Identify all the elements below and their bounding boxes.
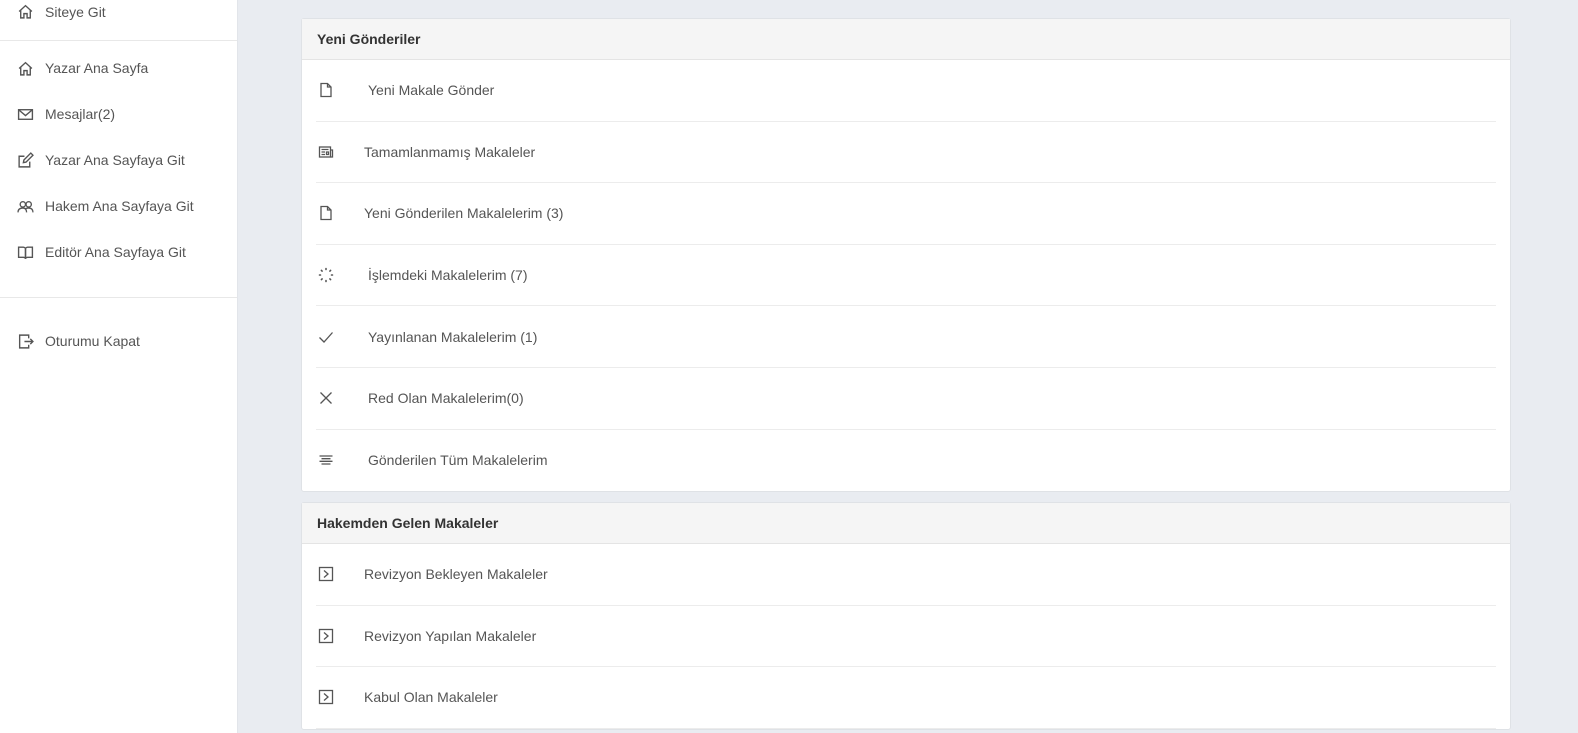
list-icon <box>316 450 336 470</box>
sidebar-item-oturumu-kapat[interactable]: Oturumu Kapat <box>0 318 237 364</box>
home-icon <box>16 59 34 77</box>
list-item-label: İşlemdeki Makalelerim (7) <box>368 267 528 284</box>
sidebar-item-label: Oturumu Kapat <box>45 333 140 349</box>
list-item-label: Yeni Makale Gönder <box>368 82 495 99</box>
card-title: Yeni Gönderiler <box>302 19 1510 60</box>
list-item-revizyon-bekleyen-makaleler[interactable]: Revizyon Bekleyen Makaleler <box>316 544 1496 606</box>
list-item-label: Tamamlanmamış Makaleler <box>364 143 536 160</box>
sidebar-group-site: Siteye Git <box>0 0 237 41</box>
file-icon <box>316 80 336 100</box>
sidebar-item-label: Yazar Ana Sayfa <box>45 60 149 76</box>
list-item-revizyon-yapilan-makaleler[interactable]: Revizyon Yapılan Makaleler <box>316 606 1496 668</box>
sidebar-group-main: Yazar Ana Sayfa Mesajlar(2) Yazar Ana Sa… <box>0 41 237 298</box>
list-item-tamamlanmamis-makaleler[interactable]: Tamamlanmamış Makaleler <box>316 122 1496 184</box>
sidebar-item-label: Mesajlar(2) <box>45 106 116 122</box>
home-icon <box>16 3 34 21</box>
sidebar-item-yazar-ana-sayfaya-git[interactable]: Yazar Ana Sayfaya Git <box>0 137 237 183</box>
caret-square-right-icon <box>316 687 336 707</box>
close-icon <box>316 388 336 408</box>
edit-icon <box>16 151 34 169</box>
main-content: Yeni Gönderiler Yeni Makale Gönder Tamam… <box>238 0 1578 733</box>
card-body: Yeni Makale Gönder Tamamlanmamış Makalel… <box>302 60 1510 491</box>
sidebar-item-label: Hakem Ana Sayfaya Git <box>45 198 194 214</box>
list-item-yayinlanan-makalelerim[interactable]: Yayınlanan Makalelerim (1) <box>316 306 1496 368</box>
sidebar-item-mesajlar[interactable]: Mesajlar(2) <box>0 91 237 137</box>
list-item-label: Yayınlanan Makalelerim (1) <box>368 328 538 345</box>
sidebar-group-session: Oturumu Kapat <box>0 298 237 364</box>
users-icon <box>16 197 34 215</box>
newspaper-icon <box>316 142 336 162</box>
card-yeni-gonderiler: Yeni Gönderiler Yeni Makale Gönder Tamam… <box>301 18 1511 493</box>
logout-icon <box>16 332 34 350</box>
sidebar-item-label: Editör Ana Sayfaya Git <box>45 244 186 260</box>
sidebar-item-editor-ana-sayfaya-git[interactable]: Editör Ana Sayfaya Git <box>0 229 237 275</box>
sidebar-item-label: Yazar Ana Sayfaya Git <box>45 152 185 168</box>
book-icon <box>16 243 34 261</box>
list-item-kabul-olan-makaleler[interactable]: Kabul Olan Makaleler <box>316 667 1496 729</box>
envelope-icon <box>16 105 34 123</box>
list-item-yeni-makale-gonder[interactable]: Yeni Makale Gönder <box>316 60 1496 122</box>
check-icon <box>316 327 336 347</box>
list-item-islemdeki-makalelerim[interactable]: İşlemdeki Makalelerim (7) <box>316 245 1496 307</box>
sidebar-item-label: Siteye Git <box>45 3 106 20</box>
sidebar-item-siteye-git[interactable]: Siteye Git <box>0 0 237 23</box>
sidebar: Siteye Git Yazar Ana Sayfa Mesajlar(2) Y… <box>0 0 238 733</box>
card-title: Hakemden Gelen Makaleler <box>302 503 1510 544</box>
card-hakemden-gelen-makaleler: Hakemden Gelen Makaleler Revizyon Bekley… <box>301 502 1511 730</box>
list-item-label: Yeni Gönderilen Makalelerim (3) <box>364 205 564 222</box>
list-item-label: Red Olan Makalelerim(0) <box>368 390 524 407</box>
list-item-yeni-gonderilen-makalelerim[interactable]: Yeni Gönderilen Makalelerim (3) <box>316 183 1496 245</box>
sidebar-item-hakem-ana-sayfaya-git[interactable]: Hakem Ana Sayfaya Git <box>0 183 237 229</box>
list-item-label: Gönderilen Tüm Makalelerim <box>368 452 548 469</box>
sidebar-item-yazar-ana-sayfa[interactable]: Yazar Ana Sayfa <box>0 45 237 91</box>
list-item-red-olan-makalelerim[interactable]: Red Olan Makalelerim(0) <box>316 368 1496 430</box>
caret-square-right-icon <box>316 626 336 646</box>
spinner-icon <box>316 265 336 285</box>
file-icon <box>316 203 336 223</box>
list-item-label: Revizyon Yapılan Makaleler <box>364 627 537 644</box>
card-body: Revizyon Bekleyen Makaleler Revizyon Yap… <box>302 544 1510 729</box>
list-item-gonderilen-tum-makalelerim[interactable]: Gönderilen Tüm Makalelerim <box>316 430 1496 492</box>
list-item-label: Revizyon Bekleyen Makaleler <box>364 566 548 583</box>
caret-square-right-icon <box>316 564 336 584</box>
list-item-label: Kabul Olan Makaleler <box>364 689 498 706</box>
